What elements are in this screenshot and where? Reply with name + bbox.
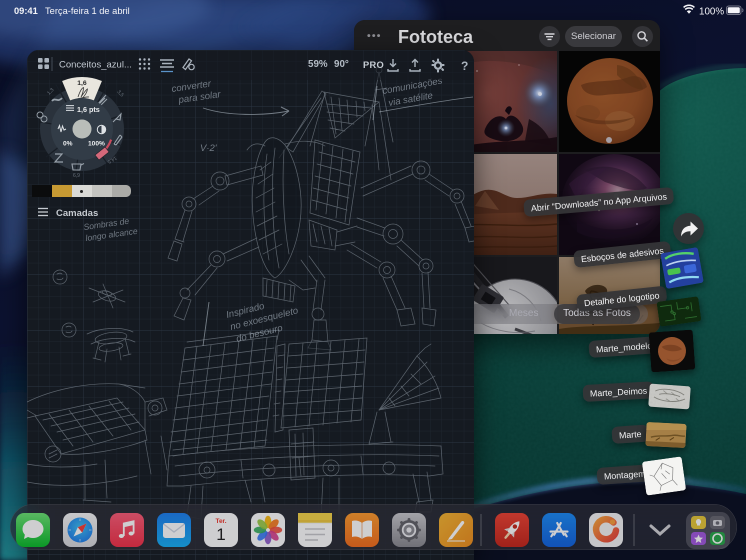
svg-text:1,6: 1,6 — [77, 80, 87, 87]
svg-text:Conceitos_azul...: Conceitos_azul... — [59, 60, 132, 71]
svg-text:?: ? — [461, 59, 468, 73]
svg-text:V·2': V·2' — [200, 143, 218, 154]
svg-text:1,3: 1,3 — [46, 87, 55, 96]
svg-text:100%: 100% — [88, 141, 105, 148]
svg-text:6,9: 6,9 — [73, 173, 80, 179]
svg-text:1: 1 — [216, 525, 225, 544]
svg-text:1,6 pts: 1,6 pts — [77, 105, 100, 114]
svg-text:Camadas: Camadas — [56, 208, 98, 219]
svg-text:Ter.: Ter. — [215, 518, 226, 525]
svg-text:100%: 100% — [699, 7, 724, 18]
svg-text:3,5: 3,5 — [116, 89, 125, 98]
svg-text:0%: 0% — [63, 141, 73, 148]
